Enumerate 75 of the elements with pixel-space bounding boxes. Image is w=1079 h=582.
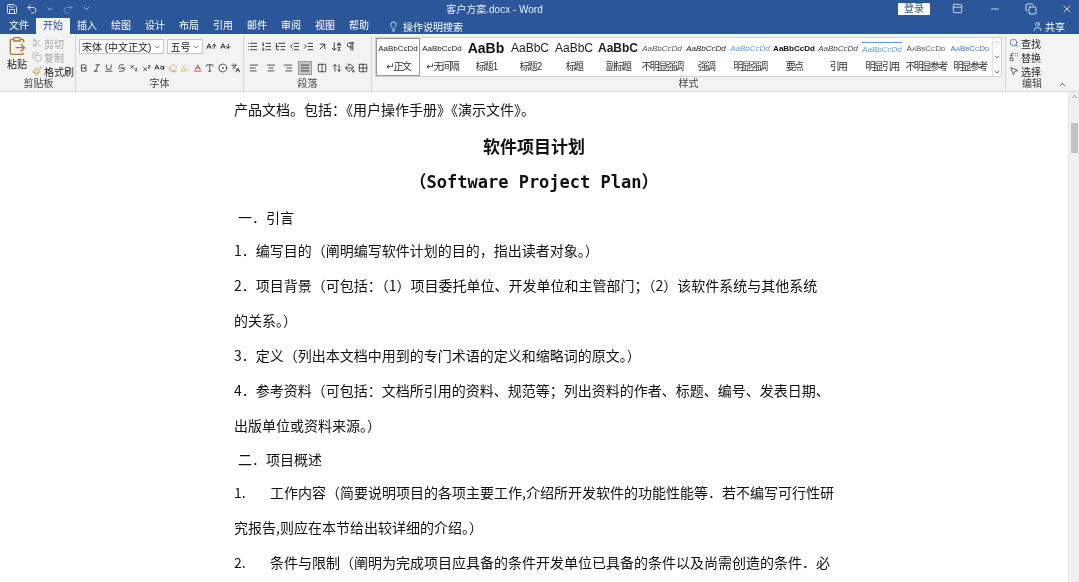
justify-button[interactable] xyxy=(298,60,312,75)
ribbon-tab[interactable]: 邮件 xyxy=(240,18,274,34)
subscript-icon[interactable] xyxy=(129,62,139,73)
change-case-icon[interactable] xyxy=(154,62,165,73)
ribbon-tab[interactable]: 布局 xyxy=(172,18,206,34)
ribbon-tab[interactable]: 引用 xyxy=(206,18,240,34)
superscript-icon[interactable] xyxy=(141,62,152,73)
style-item[interactable]: AaBbCcDd ↵ 正文 xyxy=(376,38,420,76)
collapse-ribbon-icon[interactable] xyxy=(1058,80,1067,89)
undo-icon[interactable] xyxy=(26,2,38,15)
group-label: 剪贴板 xyxy=(22,78,55,91)
ribbon-tab[interactable]: 绘图 xyxy=(104,18,138,34)
sign-in-button[interactable]: 登录 xyxy=(898,2,930,15)
paragraph: 3．定义（列出本文档中用到的专门术语的定义和缩略词的原文。） xyxy=(234,344,642,367)
customize-icon[interactable] xyxy=(82,4,91,13)
clipboard-icon[interactable] xyxy=(7,36,27,56)
paragraph: 4．参考资料（可包括：文档所引用的资料、规范等；列出资料的作者、标题、编号、发表日期、 出版单位或资料来源。） xyxy=(234,379,831,437)
sort-icon[interactable] xyxy=(331,41,342,52)
tell-me-search[interactable]: 操作说明搜索 xyxy=(382,18,469,34)
find-button[interactable]: 查找 xyxy=(1009,36,1055,50)
scroll-down-icon[interactable] xyxy=(993,53,1001,61)
ribbon-tab[interactable]: 帮助 xyxy=(342,18,376,34)
ribbon-tab[interactable]: 审阅 xyxy=(274,18,308,34)
numbering-icon[interactable] xyxy=(261,41,272,52)
person-icon[interactable] xyxy=(1032,20,1043,32)
group-label: 字体 xyxy=(148,78,171,91)
format-painter-button[interactable]: 格式刷 xyxy=(32,64,74,78)
group-label: 编辑 xyxy=(1021,78,1043,91)
document-heading: 二．项目概述 xyxy=(237,448,323,471)
font-size-select[interactable]: 五号 xyxy=(167,39,204,54)
shrink-font-icon[interactable] xyxy=(220,41,232,52)
bold-icon[interactable] xyxy=(79,62,89,73)
document-heading: 一．引言 xyxy=(237,206,295,229)
save-icon[interactable] xyxy=(6,2,18,15)
window-title: 客户方案.docx - Word xyxy=(445,3,544,16)
search-icon[interactable] xyxy=(1009,38,1019,48)
font-color-icon[interactable] xyxy=(192,62,203,73)
group-label: 样式 xyxy=(677,78,700,91)
document-title: 软件项目计划 xyxy=(482,132,586,160)
paragraph: 产品文档。包括：《用户操作手册》《演示文件》。 xyxy=(234,98,536,121)
grow-font-icon[interactable] xyxy=(206,41,218,52)
font-name-select[interactable]: 宋体 (中文正文) xyxy=(79,39,165,54)
restore-icon[interactable] xyxy=(1025,2,1037,15)
pilcrow-icon[interactable] xyxy=(345,41,356,52)
decrease-indent-icon[interactable] xyxy=(289,41,300,52)
replace-icon[interactable] xyxy=(1009,52,1019,62)
ribbon-tab[interactable]: 文件 xyxy=(2,18,36,34)
paint-bucket-icon[interactable] xyxy=(345,62,355,73)
replace-button[interactable]: 替换 xyxy=(1009,50,1055,64)
italic-icon[interactable] xyxy=(91,62,102,73)
pointer-icon[interactable] xyxy=(1009,66,1019,76)
paste-button[interactable]: 粘贴 xyxy=(5,36,29,78)
paragraph: 1．编写目的（阐明编写软件计划的目的，指出读者对象。） xyxy=(234,239,600,262)
lightbulb-icon[interactable] xyxy=(388,20,399,32)
multilevel-list-icon[interactable] xyxy=(275,41,286,52)
ribbon-tab[interactable]: 开始 xyxy=(36,18,70,34)
bullets-icon[interactable] xyxy=(247,41,258,52)
paragraph: 1. 工作内容（简要说明项目的各项主要工作,介绍所开发软件的功能性能等．若不编写可行性研 究报告,则应在本节给出较详细的介绍。） xyxy=(234,481,834,539)
group-label: 段落 xyxy=(296,78,319,91)
scroll-thumb[interactable] xyxy=(1070,123,1078,153)
underline-icon[interactable] xyxy=(104,62,114,73)
paragraph: 2. 条件与限制（阐明为完成项目应具备的条件开发单位已具备的条件以及尚需创造的条件．必 xyxy=(234,551,831,574)
ribbon-tab[interactable]: 插入 xyxy=(70,18,104,34)
paragraph: 2．项目背景（可包括：（1）项目委托单位、开发单位和主管部门；（2）该软件系统与其他系统 的关系。） xyxy=(234,274,819,332)
more-styles-icon[interactable] xyxy=(993,68,1001,76)
increase-indent-icon[interactable] xyxy=(303,41,314,52)
document-subtitle: （Software Project Plan） xyxy=(408,171,660,194)
ribbon-options-icon[interactable] xyxy=(952,3,963,14)
borders-icon[interactable] xyxy=(358,62,368,73)
share-button[interactable]: 共享 xyxy=(1026,18,1071,34)
ribbon-tab[interactable]: 视图 xyxy=(308,18,342,34)
strikethrough-icon[interactable] xyxy=(116,62,127,73)
select-button[interactable]: 选择 xyxy=(1009,64,1055,78)
line-spacing-icon[interactable] xyxy=(332,62,342,73)
ribbon-tab[interactable]: 设计 xyxy=(138,18,172,34)
